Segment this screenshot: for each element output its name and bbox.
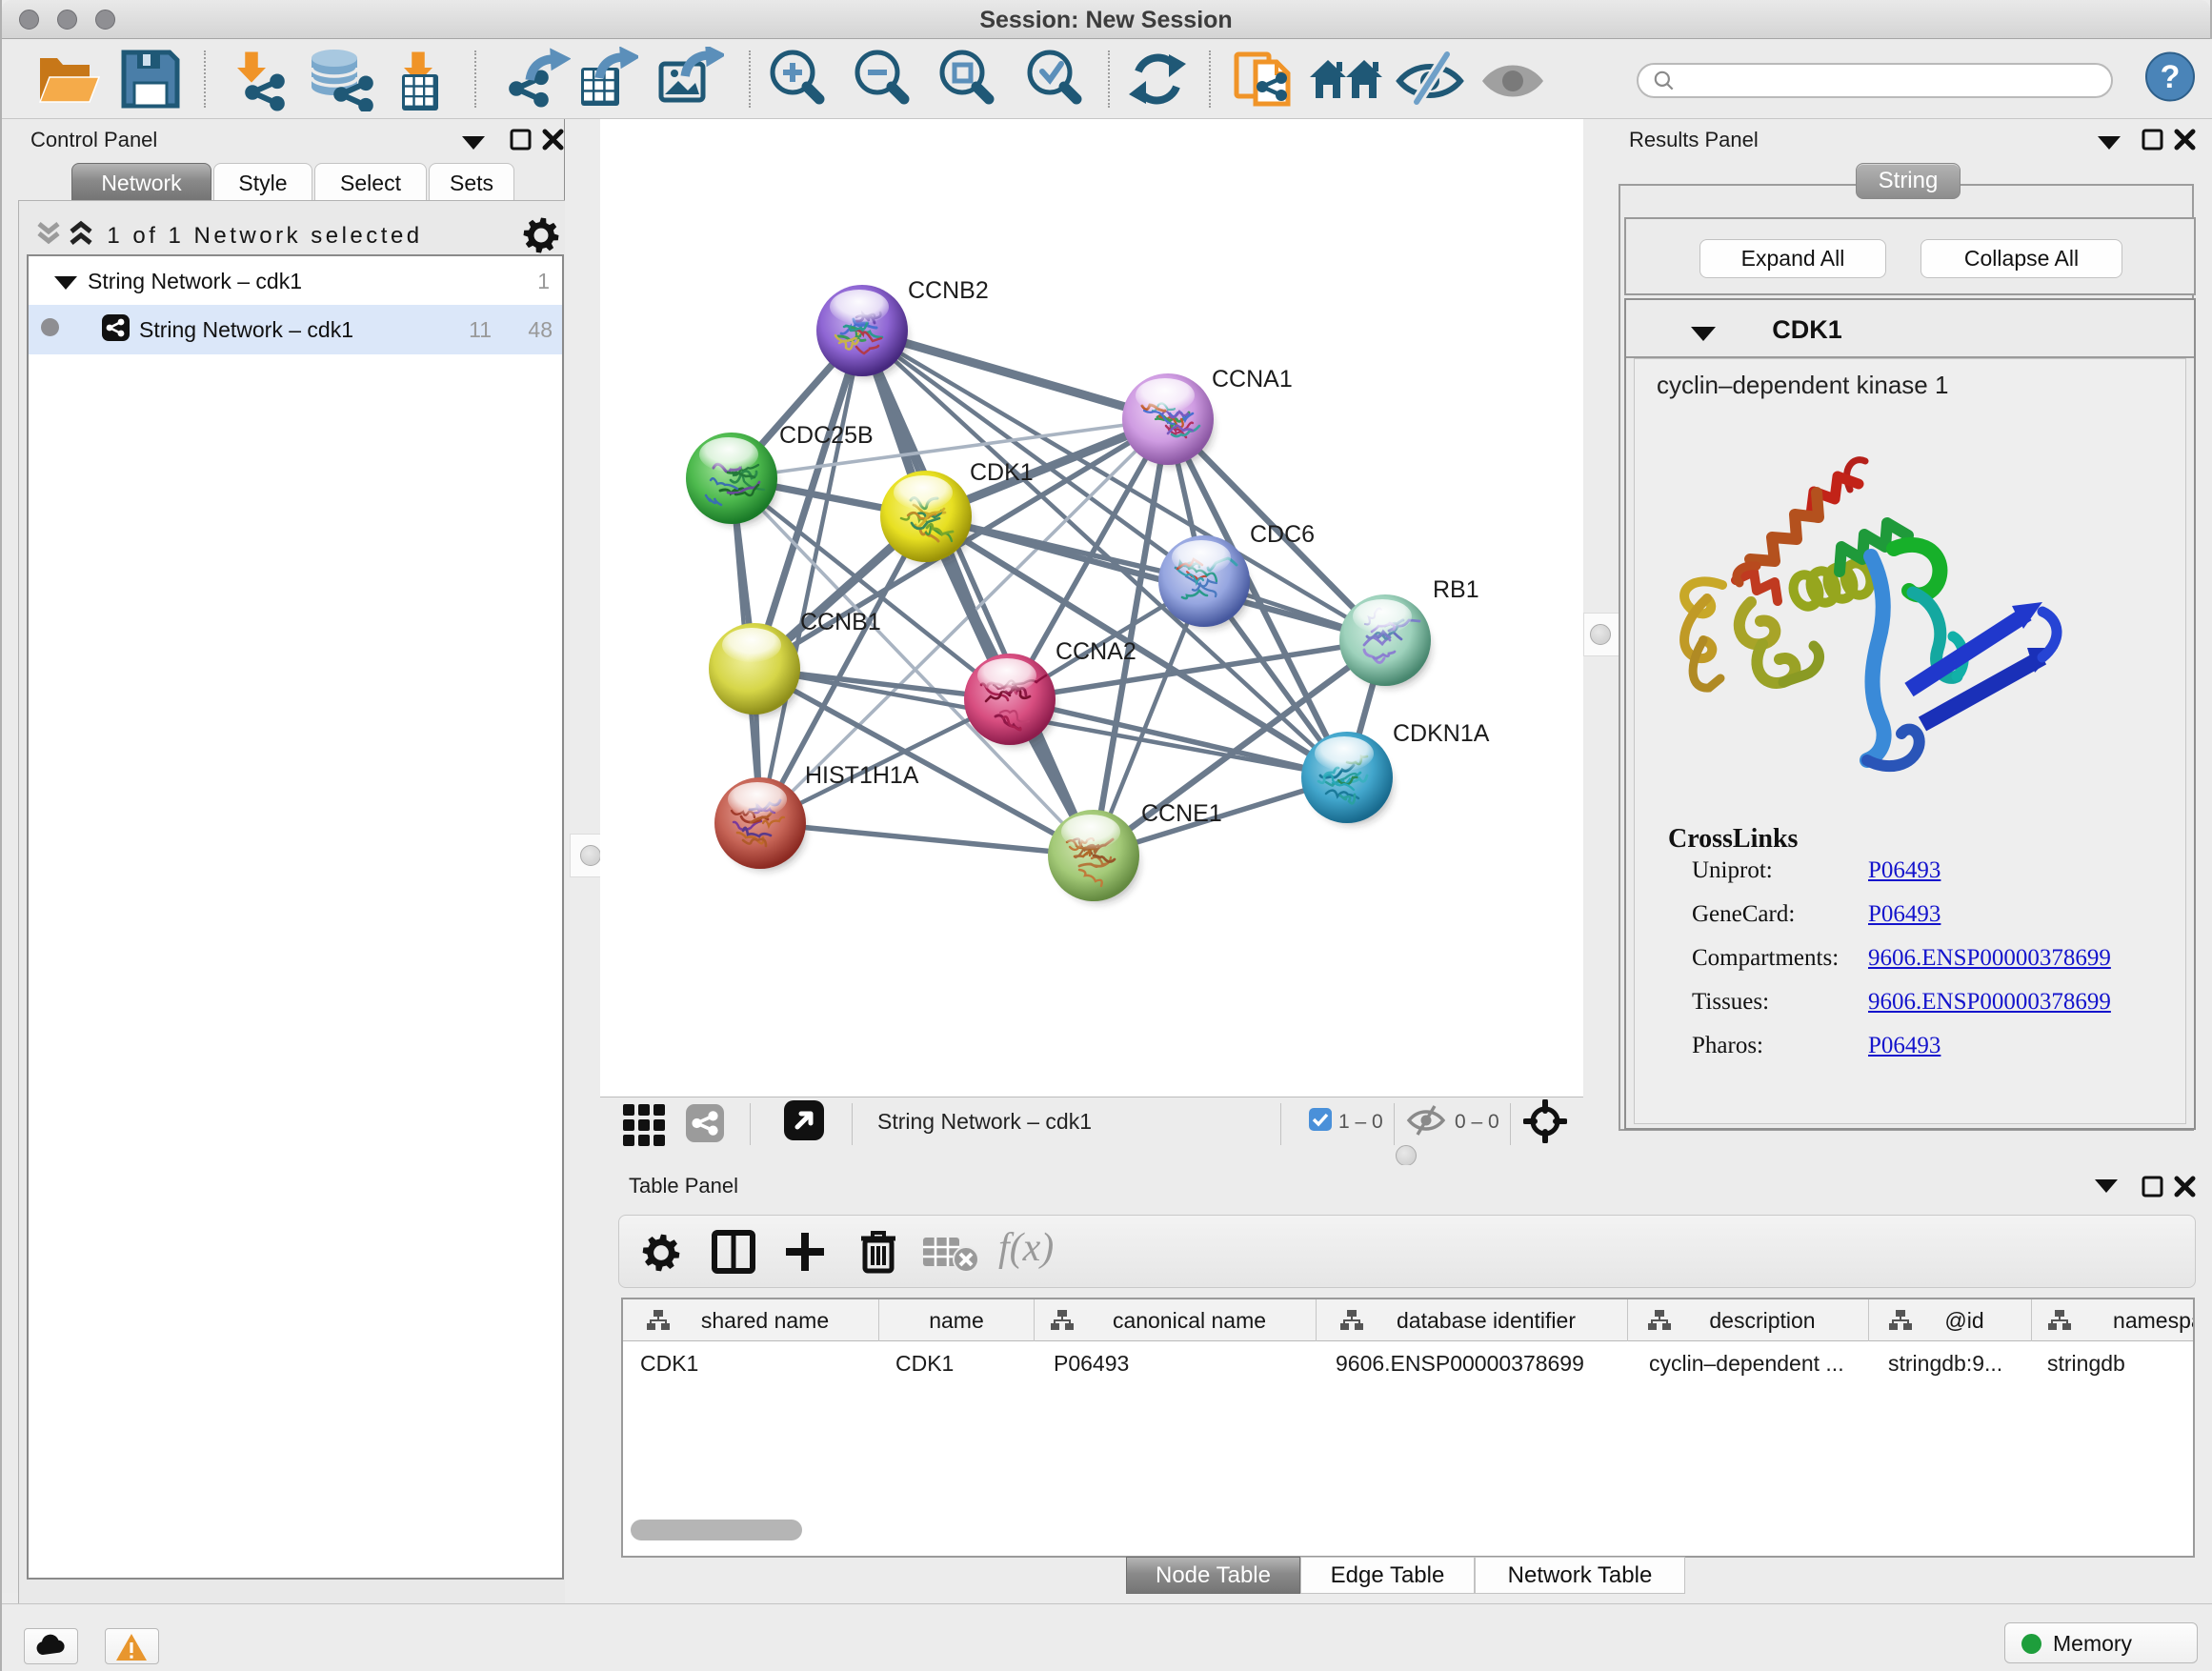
svg-text:CCNE1: CCNE1 <box>1141 800 1222 827</box>
svg-text:?: ? <box>2161 59 2181 95</box>
svg-text:CDC25B: CDC25B <box>779 422 874 449</box>
svg-text:HIST1H1A: HIST1H1A <box>805 762 919 789</box>
svg-text:CCNB2: CCNB2 <box>908 277 989 304</box>
svg-text:RB1: RB1 <box>1433 576 1479 603</box>
svg-text:CCNA2: CCNA2 <box>1056 638 1136 665</box>
svg-text:CDK1: CDK1 <box>970 459 1034 486</box>
svg-text:CCNB1: CCNB1 <box>800 609 881 635</box>
svg-text:CDKN1A: CDKN1A <box>1393 720 1490 747</box>
svg-text:CCNA1: CCNA1 <box>1212 366 1293 393</box>
svg-text:CDC6: CDC6 <box>1250 521 1315 548</box>
